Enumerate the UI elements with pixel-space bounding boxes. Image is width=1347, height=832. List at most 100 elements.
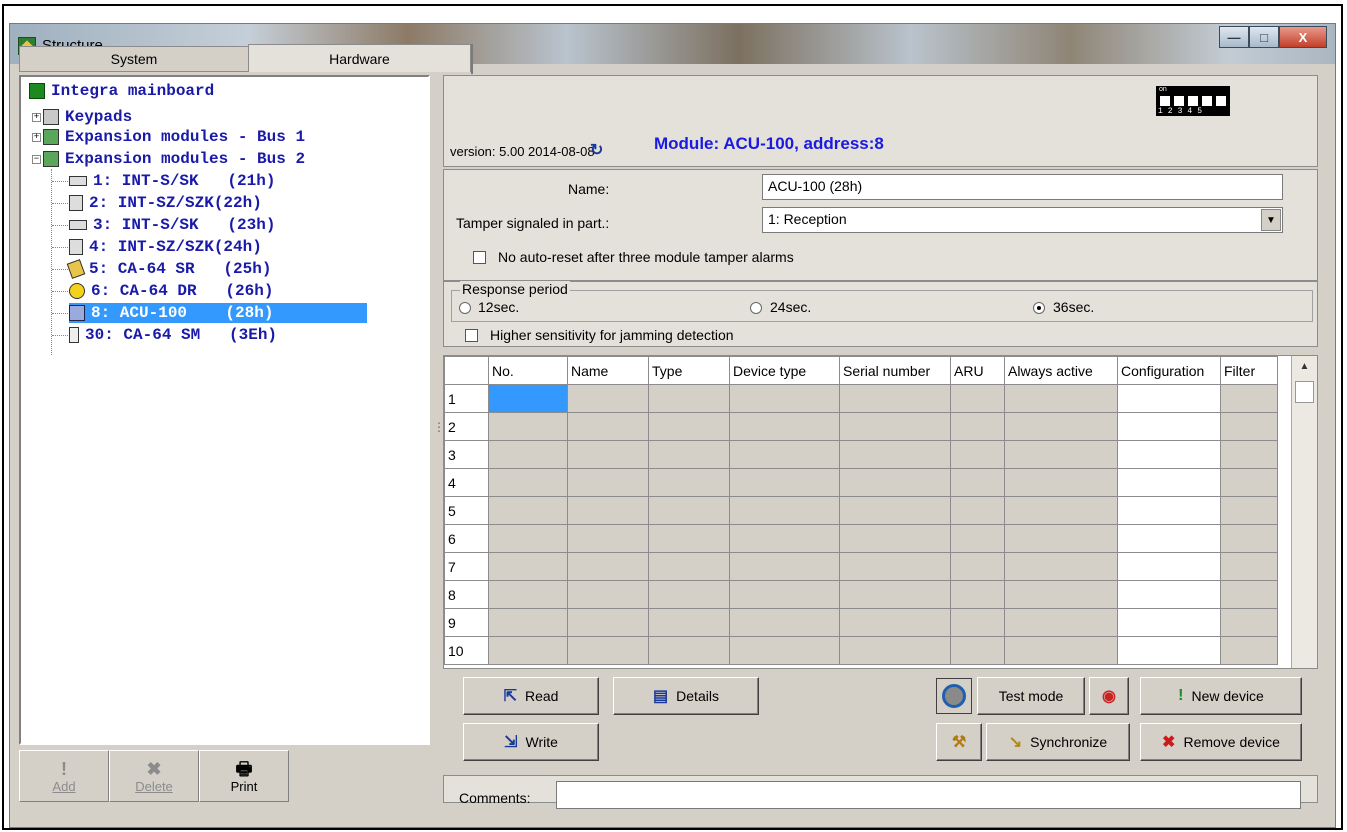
table-cell[interactable]	[950, 384, 1005, 413]
table-cell[interactable]	[488, 468, 568, 497]
table-cell[interactable]	[1004, 468, 1118, 497]
table-cell[interactable]	[729, 636, 840, 665]
maximize-button[interactable]: □	[1249, 26, 1279, 48]
table-cell[interactable]	[1004, 552, 1118, 581]
table-row[interactable]: 10	[444, 636, 1278, 665]
table-cell[interactable]	[567, 552, 649, 581]
print-button[interactable]: 🖶 Print	[199, 750, 289, 802]
table-cell[interactable]	[729, 524, 840, 553]
table-cell[interactable]	[839, 524, 951, 553]
table-cell[interactable]	[839, 412, 951, 441]
table-cell[interactable]	[729, 412, 840, 441]
table-cell[interactable]	[567, 580, 649, 609]
table-cell[interactable]	[950, 412, 1005, 441]
table-cell[interactable]	[950, 468, 1005, 497]
radio-36sec[interactable]	[1033, 302, 1045, 314]
table-cell[interactable]	[1117, 580, 1221, 609]
table-cell[interactable]	[648, 384, 730, 413]
table-cell[interactable]	[950, 524, 1005, 553]
table-row[interactable]: 3	[444, 440, 1278, 469]
column-header-filter[interactable]: Filter	[1220, 356, 1278, 385]
chevron-down-icon[interactable]: ▼	[1261, 209, 1281, 231]
table-cell[interactable]	[1117, 552, 1221, 581]
table-cell[interactable]	[567, 440, 649, 469]
table-cell[interactable]	[1004, 608, 1118, 637]
tree-item-mainboard[interactable]: Integra mainboard	[29, 81, 214, 101]
expand-bus1-icon[interactable]: +	[32, 133, 41, 142]
tab-hardware[interactable]: Hardware	[248, 44, 471, 72]
table-cell[interactable]	[1220, 580, 1278, 609]
table-cell[interactable]	[648, 496, 730, 525]
table-cell[interactable]	[488, 552, 568, 581]
table-cell[interactable]	[648, 552, 730, 581]
table-cell[interactable]	[1117, 468, 1221, 497]
table-cell[interactable]	[1117, 496, 1221, 525]
table-row[interactable]: 7	[444, 552, 1278, 581]
table-cell[interactable]	[839, 496, 951, 525]
tree-item-device[interactable]: 1: INT-S/SK (21h)	[69, 171, 275, 191]
table-cell[interactable]	[488, 440, 568, 469]
table-cell[interactable]	[648, 608, 730, 637]
tamper-partition-select[interactable]: 1: Reception ▼	[762, 207, 1283, 233]
column-header-name[interactable]: Name	[567, 356, 649, 385]
table-cell[interactable]	[1117, 412, 1221, 441]
table-cell[interactable]	[1220, 440, 1278, 469]
tree-item-bus1[interactable]: Expansion modules - Bus 1	[43, 127, 305, 147]
table-cell[interactable]	[839, 384, 951, 413]
table-cell[interactable]	[950, 440, 1005, 469]
table-cell[interactable]	[1220, 636, 1278, 665]
minimize-button[interactable]: —	[1219, 26, 1249, 48]
table-cell[interactable]	[729, 552, 840, 581]
table-cell[interactable]	[729, 440, 840, 469]
table-cell[interactable]	[729, 580, 840, 609]
table-cell[interactable]	[729, 496, 840, 525]
delete-button[interactable]: ✖ Delete	[109, 750, 199, 802]
tree-item-device[interactable]: 6: CA-64 DR (26h)	[69, 281, 273, 301]
table-cell[interactable]	[1220, 496, 1278, 525]
table-cell[interactable]	[488, 412, 568, 441]
table-cell[interactable]	[648, 636, 730, 665]
radio-12sec[interactable]	[459, 302, 471, 314]
table-cell[interactable]	[950, 608, 1005, 637]
tree-item-keypads[interactable]: Keypads	[43, 107, 132, 127]
expand-keypads-icon[interactable]: +	[32, 113, 41, 122]
tools-button[interactable]: ⚒	[936, 723, 982, 761]
table-cell[interactable]	[1220, 468, 1278, 497]
tree-item-device[interactable]: 5: CA-64 SR (25h)	[66, 259, 271, 279]
table-cell[interactable]	[488, 384, 568, 413]
table-cell[interactable]	[729, 384, 840, 413]
table-cell[interactable]	[567, 636, 649, 665]
table-cell[interactable]	[488, 524, 568, 553]
table-cell[interactable]	[648, 580, 730, 609]
remove-device-button[interactable]: ✖ Remove device	[1140, 723, 1302, 761]
table-cell[interactable]	[839, 468, 951, 497]
table-row[interactable]: 2	[444, 412, 1278, 441]
table-cell[interactable]	[488, 496, 568, 525]
table-row[interactable]: 1	[444, 384, 1278, 413]
tab-system[interactable]: System	[19, 46, 249, 72]
table-cell[interactable]	[1220, 384, 1278, 413]
table-row[interactable]: 8	[444, 580, 1278, 609]
new-device-button[interactable]: ! New device	[1140, 677, 1302, 715]
table-cell[interactable]	[1117, 440, 1221, 469]
table-cell[interactable]	[1004, 496, 1118, 525]
details-button[interactable]: ▤ Details	[613, 677, 759, 715]
table-cell[interactable]	[950, 552, 1005, 581]
table-cell[interactable]	[729, 608, 840, 637]
table-cell[interactable]	[488, 580, 568, 609]
write-button[interactable]: ⇲ Write	[463, 723, 599, 761]
device-grid[interactable]: No. Name Type Device type Serial number …	[443, 355, 1318, 669]
table-cell[interactable]	[1004, 524, 1118, 553]
test-mode-button[interactable]: Test mode	[977, 677, 1085, 715]
table-cell[interactable]	[1004, 440, 1118, 469]
scroll-thumb[interactable]	[1295, 381, 1314, 403]
tree-item-device[interactable]: 3: INT-S/SK (23h)	[69, 215, 275, 235]
table-cell[interactable]	[567, 412, 649, 441]
column-header-configuration[interactable]: Configuration	[1117, 356, 1221, 385]
column-header-type[interactable]: Type	[648, 356, 730, 385]
no-autoreset-checkbox[interactable]	[473, 251, 486, 264]
column-header-no[interactable]: No.	[488, 356, 568, 385]
table-cell[interactable]	[729, 468, 840, 497]
table-cell[interactable]	[839, 552, 951, 581]
table-cell[interactable]	[1220, 524, 1278, 553]
